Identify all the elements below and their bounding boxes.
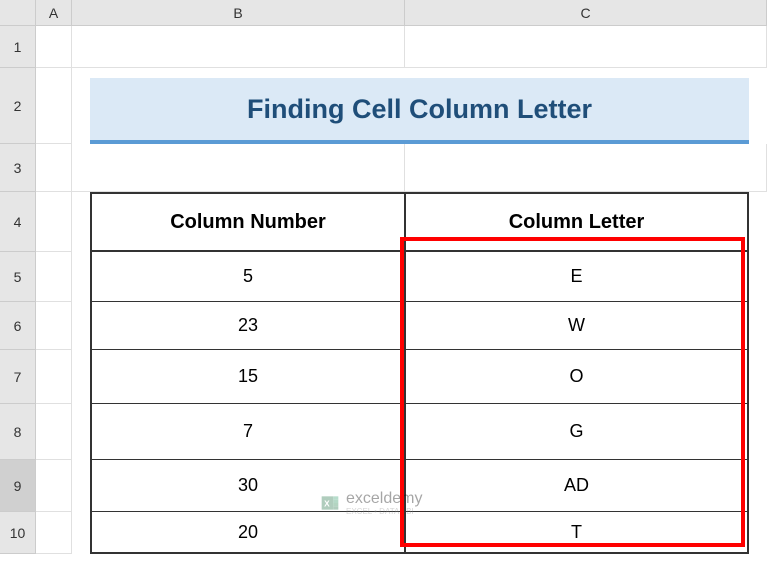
cell-number-4[interactable]: 30: [90, 460, 405, 512]
cell-A6[interactable]: [36, 302, 72, 350]
row-header-2[interactable]: 2: [0, 68, 36, 144]
row-header-8[interactable]: 8: [0, 404, 36, 460]
row-header-9[interactable]: 9: [0, 460, 36, 512]
cell-B1[interactable]: [72, 26, 405, 68]
cell-number-2[interactable]: 15: [90, 350, 405, 404]
col-header-A[interactable]: A: [36, 0, 72, 26]
corner-select-all[interactable]: [0, 0, 36, 26]
cell-B3[interactable]: [72, 144, 405, 192]
cell-A1[interactable]: [36, 26, 72, 68]
row-header-3[interactable]: 3: [0, 144, 36, 192]
col-header-C[interactable]: C: [405, 0, 767, 26]
cell-A4[interactable]: [36, 192, 72, 252]
cell-A7[interactable]: [36, 350, 72, 404]
cell-letter-1[interactable]: W: [405, 302, 749, 350]
cell-number-0[interactable]: 5: [90, 252, 405, 302]
cell-C1[interactable]: [405, 26, 767, 68]
row-header-1[interactable]: 1: [0, 26, 36, 68]
cell-letter-0[interactable]: E: [405, 252, 749, 302]
cell-C3[interactable]: [405, 144, 767, 192]
cell-number-5[interactable]: 20: [90, 512, 405, 554]
cell-A10[interactable]: [36, 512, 72, 554]
row-header-4[interactable]: 4: [0, 192, 36, 252]
title-cell[interactable]: Finding Cell Column Letter: [90, 78, 749, 144]
table-header-col2[interactable]: Column Letter: [405, 192, 749, 252]
cell-A3[interactable]: [36, 144, 72, 192]
cell-letter-2[interactable]: O: [405, 350, 749, 404]
cell-letter-5[interactable]: T: [405, 512, 749, 554]
row-header-6[interactable]: 6: [0, 302, 36, 350]
cell-number-3[interactable]: 7: [90, 404, 405, 460]
row-header-10[interactable]: 10: [0, 512, 36, 554]
table-header-col1[interactable]: Column Number: [90, 192, 405, 252]
row-header-7[interactable]: 7: [0, 350, 36, 404]
cell-A8[interactable]: [36, 404, 72, 460]
row-header-5[interactable]: 5: [0, 252, 36, 302]
cell-number-1[interactable]: 23: [90, 302, 405, 350]
cell-A2[interactable]: [36, 68, 72, 144]
cell-letter-4[interactable]: AD: [405, 460, 749, 512]
cell-letter-3[interactable]: G: [405, 404, 749, 460]
cell-A9[interactable]: [36, 460, 72, 512]
cell-A5[interactable]: [36, 252, 72, 302]
col-header-B[interactable]: B: [72, 0, 405, 26]
spreadsheet-grid: A B C 1 2 3 4 5 6 7 8 9 10 Finding Cell …: [0, 0, 767, 554]
